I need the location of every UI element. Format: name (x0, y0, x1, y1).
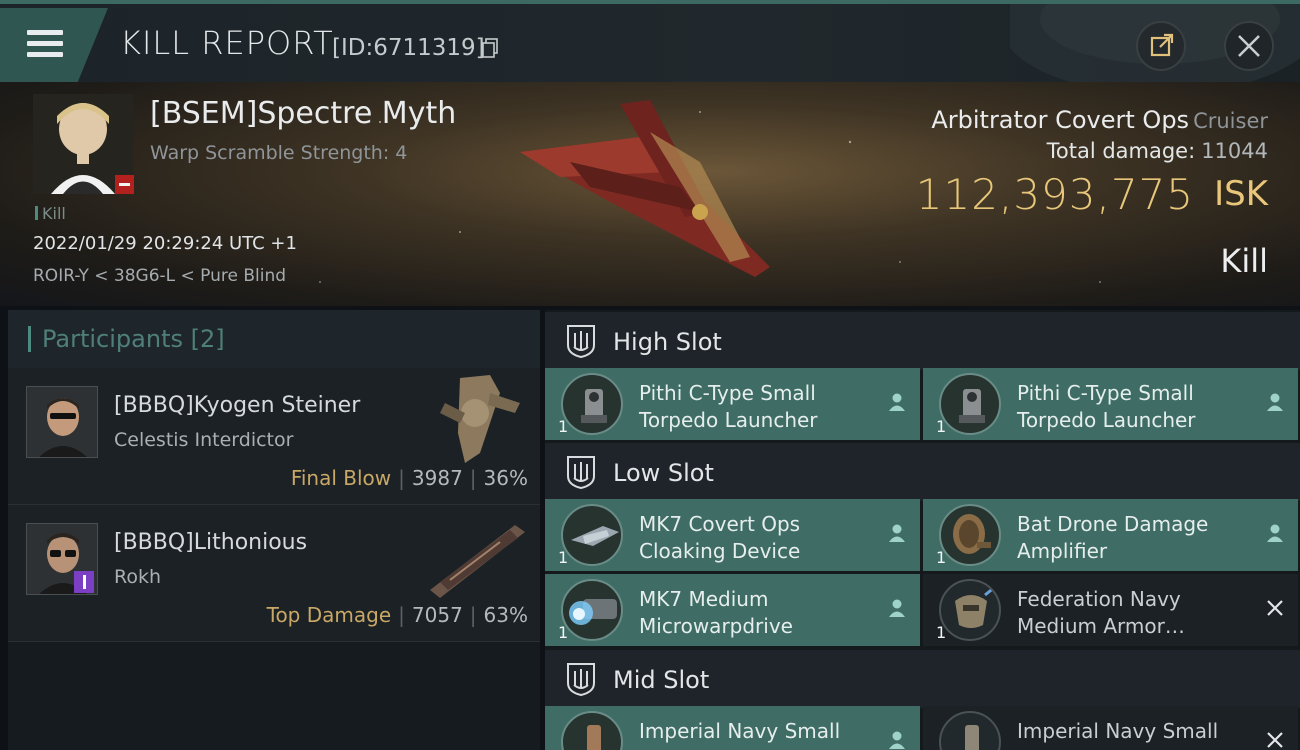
participant-ship: Rokh (114, 566, 162, 588)
fitting-item[interactable]: 1 Imperial Navy Small (545, 706, 920, 750)
participant-tag: Top Damage (266, 603, 392, 627)
participant-damage: 7057 (411, 603, 463, 627)
drone-amplifier-icon (939, 504, 1001, 566)
item-name: Bat Drone Damage Amplifier (1017, 512, 1209, 563)
victim-ship-type: Arbitrator Covert Ops Cruiser (931, 106, 1268, 134)
participant-ship-image (430, 525, 525, 598)
participant-portrait[interactable] (26, 386, 98, 458)
participant-percent: 63% (483, 603, 528, 627)
participant-name[interactable]: [BBBQ]Lithonious (114, 530, 307, 555)
item-name: MK7 Covert Ops Cloaking Device (639, 512, 801, 563)
high-slot-header: High Slot (545, 312, 1300, 370)
pilot-icon (1267, 393, 1283, 411)
participants-panel: Participants [2] [BBBQ]Kyogen Steiner Ce… (8, 310, 540, 750)
participant-row[interactable]: [BBBQ]Lithonious Rokh Top Damage | 7057 | 63… (8, 505, 540, 642)
armor-repairer-icon (939, 579, 1001, 641)
low-slot-icon (567, 456, 595, 490)
pilot-icon (1267, 524, 1283, 542)
fitting-item[interactable]: 1 Bat Drone Damage Amplifier (923, 499, 1298, 571)
low-slot-label: Low Slot (613, 459, 714, 487)
isk-unit: ISK (1214, 174, 1268, 214)
close-button[interactable] (1224, 21, 1274, 71)
corp-badge (115, 175, 134, 194)
participant-percent: 36% (483, 466, 528, 490)
cloaking-device-icon (561, 504, 623, 566)
copy-icon[interactable] (482, 38, 498, 58)
warp-scramble-strength: Warp Scramble Strength: 4 (150, 142, 408, 164)
item-name: Pithi C-Type Small Torpedo Launcher (639, 381, 818, 432)
alliance-badge (74, 571, 94, 593)
item-name: Imperial Navy Small (1017, 719, 1219, 743)
torpedo-launcher-icon (561, 373, 623, 435)
mid-slot-header: Mid Slot (545, 650, 1300, 708)
item-quantity: 1 (558, 623, 569, 642)
victim-name[interactable]: [BSEM]Spectre Myth (150, 96, 456, 131)
high-slot-icon (567, 325, 595, 359)
item-quantity: 1 (558, 548, 569, 567)
participant-damage: 3987 (411, 466, 463, 490)
item-name: Federation Navy Medium Armor… (1017, 587, 1185, 638)
victim-ship-image (520, 100, 770, 277)
module-icon (561, 711, 623, 750)
torpedo-launcher-icon (939, 373, 1001, 435)
kill-location: ROIR-Y < 38G6-L < Pure Blind (33, 266, 287, 286)
page-title: KILL REPORT (120, 24, 334, 62)
item-name: MK7 Medium Microwarpdrive (639, 587, 793, 638)
low-slot-header: Low Slot (545, 443, 1300, 501)
total-damage-label: Total damage: (1046, 139, 1196, 163)
item-quantity: 1 (936, 623, 947, 642)
top-bar: KILL REPORT [ID:6711319] (0, 0, 1300, 86)
microwarpdrive-icon (561, 579, 623, 641)
victim-ship-class: Cruiser (1193, 109, 1268, 133)
participants-header: Participants [2] (8, 310, 540, 368)
mid-slot-label: Mid Slot (613, 666, 710, 694)
hamburger-icon (27, 30, 63, 63)
fitting-item[interactable]: 1 Pithi C-Type Small Torpedo Launcher (545, 368, 920, 440)
mid-slot-icon (567, 663, 595, 697)
fitting-item[interactable]: 1 MK7 Medium Microwarpdrive (545, 574, 920, 646)
pilot-icon (889, 599, 905, 617)
participant-row[interactable]: [BBBQ]Kyogen Steiner Celestis Interdicto… (8, 368, 540, 505)
total-damage: Total damage: 11044 (1047, 139, 1268, 163)
fitting-item[interactable]: 1 Imperial Navy Small (923, 706, 1298, 750)
participants-title: Participants [2] (42, 325, 225, 353)
kill-tag-label: Kill (42, 204, 66, 223)
participant-tag: Final Blow (290, 466, 392, 490)
module-icon (939, 711, 1001, 750)
menu-button[interactable] (0, 8, 108, 82)
high-slot-label: High Slot (613, 328, 722, 356)
pilot-icon (889, 731, 905, 749)
fitting-panel: High Slot 1 Pithi C-Type Small Torpedo L… (545, 310, 1300, 750)
participant-stats: Top Damage | 7057 | 63% (266, 603, 528, 627)
share-icon (1150, 33, 1174, 57)
fitting-item[interactable]: 1 Pithi C-Type Small Torpedo Launcher (923, 368, 1298, 440)
participant-name[interactable]: [BBBQ]Kyogen Steiner (114, 393, 360, 418)
participant-stats: Final Blow | 3987 | 36% (290, 466, 528, 490)
kill-datetime: 2022/01/29 20:29:24 UTC +1 (33, 233, 297, 254)
participant-ship-image (440, 375, 520, 463)
item-name: Imperial Navy Small (639, 719, 841, 743)
x-icon (1267, 600, 1283, 616)
item-quantity: 1 (558, 417, 569, 436)
share-button[interactable] (1136, 21, 1186, 71)
pilot-icon (889, 524, 905, 542)
x-icon (1267, 732, 1283, 748)
kill-tag: Kill (35, 204, 66, 223)
participant-ship: Celestis Interdictor (114, 429, 294, 451)
item-quantity: 1 (936, 548, 947, 567)
close-icon (1238, 35, 1260, 57)
isk-value: 112,393,775 (915, 170, 1194, 219)
fitting-item[interactable]: 1 Federation Navy Medium Armor… (923, 574, 1298, 646)
kill-result: Kill (1220, 242, 1268, 280)
fitting-item[interactable]: 1 MK7 Covert Ops Cloaking Device (545, 499, 920, 571)
report-id: [ID:6711319] (332, 35, 485, 61)
item-quantity: 1 (936, 417, 947, 436)
victim-ship-name[interactable]: Arbitrator Covert Ops (931, 106, 1189, 134)
item-name: Pithi C-Type Small Torpedo Launcher (1017, 381, 1196, 432)
total-damage-value: 11044 (1201, 139, 1268, 163)
pilot-icon (889, 393, 905, 411)
victim-summary: [BSEM]Spectre Myth Warp Scramble Strengt… (0, 82, 1300, 306)
